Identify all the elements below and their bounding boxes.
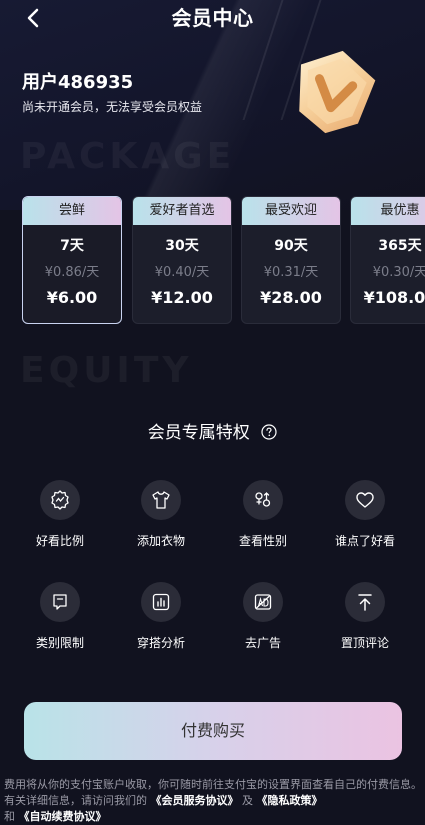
package-tag: 尝鲜 (23, 197, 121, 225)
feature-label: 去广告 (244, 636, 281, 650)
package-tag: 爱好者首选 (133, 197, 231, 225)
package-tag: 最优惠 (351, 197, 425, 225)
package-days: 30天 (165, 238, 199, 254)
gender-icon (255, 492, 271, 507)
service-agreement-link[interactable]: 《会员服务协议》 (151, 794, 239, 807)
package-card[interactable]: 爱好者首选 30天 ¥0.40/天 ¥12.00 (132, 196, 232, 324)
package-price: ¥12.00 (151, 288, 213, 307)
feature-label: 穿搭分析 (136, 636, 185, 650)
tshirt-icon (152, 491, 170, 509)
disclaimer-and: 及 (242, 794, 253, 807)
package-card[interactable]: 尝鲜 7天 ¥0.86/天 ¥6.00 (22, 196, 122, 324)
pin-top-icon (358, 594, 372, 611)
package-unit-price: ¥0.30/天 (372, 265, 425, 280)
section-watermark-package: PACKAGE (20, 136, 236, 177)
package-days: 7天 (60, 238, 84, 254)
payment-disclaimer: 费用将从你的支付宝账户收取，你可随时前往支付宝的设置界面查看自己的付费信息。有关… (4, 777, 422, 825)
auto-renew-agreement-link[interactable]: 《自动续费协议》 (19, 810, 107, 823)
package-price: ¥28.00 (260, 288, 322, 307)
feature-item[interactable]: 查看性别 (218, 480, 308, 549)
package-list: 尝鲜 7天 ¥0.86/天 ¥6.00 爱好者首选 30天 ¥0.40/天 ¥1… (22, 196, 425, 324)
feature-label: 添加衣物 (136, 534, 185, 548)
package-unit-price: ¥0.31/天 (263, 265, 319, 280)
feature-item[interactable]: 去广告 (218, 582, 308, 651)
no-ad-icon (254, 594, 272, 610)
package-unit-price: ¥0.40/天 (154, 265, 210, 280)
purchase-button[interactable]: 付费购买 (24, 702, 402, 760)
top-bar: 会员中心 (0, 0, 425, 34)
package-price: ¥108.00 (363, 288, 425, 307)
feature-label: 谁点了好看 (334, 534, 395, 548)
question-circle-icon[interactable] (261, 424, 277, 440)
ratio-badge-icon (51, 490, 69, 510)
package-card[interactable]: 最优惠 365天 ¥0.30/天 ¥108.00 (350, 196, 425, 324)
package-tag: 最受欢迎 (242, 197, 340, 225)
feature-label: 查看性别 (238, 534, 287, 548)
feature-item[interactable]: 穿搭分析 (116, 582, 206, 651)
tag-icon (53, 594, 67, 610)
package-days: 365天 (378, 238, 422, 254)
package-card[interactable]: 最受欢迎 90天 ¥0.31/天 ¥28.00 (241, 196, 341, 324)
membership-status: 尚未开通会员，无法享受会员权益 (22, 100, 203, 114)
feature-item[interactable]: 置顶评论 (320, 582, 410, 651)
privacy-policy-link[interactable]: 《隐私政策》 (257, 794, 323, 807)
user-name: 用户486935 (22, 72, 134, 93)
feature-label: 置顶评论 (340, 636, 389, 650)
page-title: 会员中心 (171, 6, 254, 30)
feature-label: 好看比例 (35, 534, 84, 548)
feature-item[interactable]: 谁点了好看 (320, 480, 410, 549)
equity-title: 会员专属特权 (147, 423, 250, 443)
feature-label: 类别限制 (35, 636, 84, 650)
package-unit-price: ¥0.86/天 (44, 265, 100, 280)
chart-icon (152, 593, 170, 611)
section-watermark-equity: EQUITY (20, 350, 193, 391)
package-days: 90天 (274, 238, 308, 254)
feature-item[interactable]: 类别限制 (15, 582, 105, 651)
feature-item[interactable]: 好看比例 (15, 480, 105, 549)
package-price: ¥6.00 (46, 288, 98, 307)
feature-item[interactable]: 添加衣物 (116, 480, 206, 549)
heart-icon (356, 492, 374, 508)
disclaimer-he: 和 (4, 810, 15, 823)
equity-header: 会员专属特权 (0, 418, 425, 443)
v-badge-icon (299, 50, 376, 134)
